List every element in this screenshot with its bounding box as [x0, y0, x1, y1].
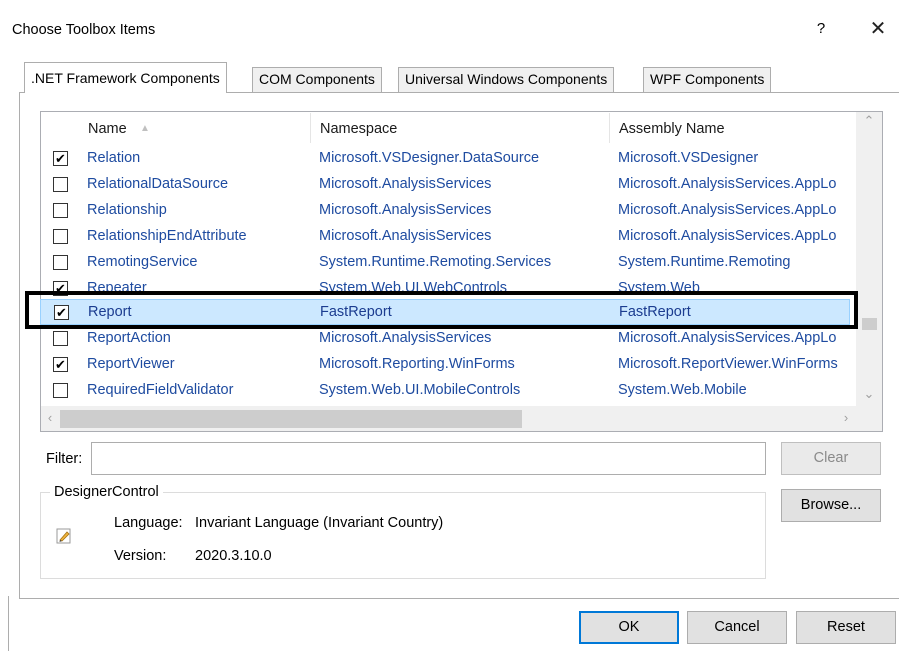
version-value: 2020.3.10.0: [195, 548, 272, 564]
row-assembly: FastReport: [619, 304, 691, 320]
table-row[interactable]: ✔ Repeater System.Web.UI.WebControls Sys…: [41, 275, 851, 301]
header-divider[interactable]: [310, 113, 311, 143]
row-assembly: Microsoft.VSDesigner: [618, 150, 759, 166]
row-namespace: Microsoft.AnalysisServices: [319, 228, 492, 244]
row-namespace: System.Web.UI.WebControls: [319, 280, 508, 296]
close-button[interactable]: ✕: [862, 14, 894, 44]
row-namespace: Microsoft.VSDesigner.DataSource: [319, 150, 540, 166]
row-namespace: Microsoft.Reporting.WinForms: [319, 356, 515, 372]
table-row[interactable]: RelationalDataSource Microsoft.AnalysisS…: [41, 171, 851, 197]
cancel-button[interactable]: Cancel: [687, 611, 787, 644]
language-value: Invariant Language (Invariant Country): [195, 515, 444, 531]
row-name: RemotingService: [87, 254, 198, 270]
horizontal-scroll-thumb[interactable]: [60, 410, 522, 428]
group-title: DesignerControl: [50, 484, 163, 500]
dialog-title: Choose Toolbox Items: [12, 22, 156, 38]
row-checkbox[interactable]: [53, 331, 68, 346]
row-name: Repeater: [87, 280, 147, 296]
table-row[interactable]: ✔ ReportViewer Microsoft.Reporting.WinFo…: [41, 351, 851, 377]
details-group: [40, 492, 766, 579]
table-row[interactable]: RemotingService System.Runtime.Remoting.…: [41, 249, 851, 275]
row-checkbox[interactable]: [53, 177, 68, 192]
row-name: Report: [88, 304, 132, 320]
table-row[interactable]: RequiredFieldValidator System.Web.UI.Mob…: [41, 377, 851, 403]
row-name: ReportViewer: [87, 356, 175, 372]
row-assembly: System.Runtime.Remoting: [618, 254, 791, 270]
row-assembly: System.Web.Mobile: [618, 382, 747, 398]
table-row[interactable]: ReportAction Microsoft.AnalysisServices …: [41, 325, 851, 351]
scrollbar-corner: [856, 406, 882, 431]
vertical-scroll-thumb[interactable]: [862, 318, 877, 330]
clear-button[interactable]: Clear: [781, 442, 881, 475]
header-divider[interactable]: [609, 113, 610, 143]
row-checkbox[interactable]: [53, 229, 68, 244]
row-checkbox[interactable]: [53, 255, 68, 270]
column-header-namespace[interactable]: Namespace: [320, 118, 397, 140]
row-checkbox[interactable]: ✔: [53, 151, 68, 166]
row-name: RequiredFieldValidator: [87, 382, 234, 398]
scroll-up-icon[interactable]: ⌃: [856, 113, 882, 131]
tab-com-components[interactable]: COM Components: [252, 67, 382, 92]
row-name: RelationalDataSource: [87, 176, 229, 192]
row-assembly: Microsoft.AnalysisServices.AppLo: [618, 202, 837, 218]
scroll-right-icon[interactable]: ›: [838, 410, 854, 428]
row-assembly: Microsoft.AnalysisServices.AppLo: [618, 330, 837, 346]
language-label: Language:: [114, 515, 183, 531]
row-assembly: System.Web: [618, 280, 700, 296]
row-namespace: Microsoft.AnalysisServices: [319, 176, 492, 192]
help-button[interactable]: ?: [806, 14, 836, 44]
row-name: Relationship: [87, 202, 167, 218]
table-row[interactable]: Relationship Microsoft.AnalysisServices …: [41, 197, 851, 223]
column-header-name[interactable]: Name: [88, 118, 127, 140]
column-header-assembly-name[interactable]: Assembly Name: [619, 118, 725, 140]
row-checkbox[interactable]: ✔: [53, 357, 68, 372]
row-name: RelationshipEndAttribute: [87, 228, 247, 244]
sort-ascending-icon: ▲: [140, 123, 150, 134]
scroll-down-icon[interactable]: ⌄: [856, 386, 882, 404]
row-checkbox[interactable]: ✔: [53, 281, 68, 296]
row-assembly: Microsoft.ReportViewer.WinForms: [618, 356, 838, 372]
row-checkbox[interactable]: ✔: [54, 305, 69, 320]
row-name: ReportAction: [87, 330, 171, 346]
tab-net-framework-components[interactable]: .NET Framework Components: [24, 62, 227, 93]
filter-input[interactable]: [91, 442, 766, 475]
row-namespace: FastReport: [320, 304, 392, 320]
vertical-scrollbar[interactable]: [856, 112, 882, 406]
row-namespace: System.Runtime.Remoting.Services: [319, 254, 552, 270]
row-namespace: Microsoft.AnalysisServices: [319, 330, 492, 346]
row-assembly: Microsoft.AnalysisServices.AppLo: [618, 228, 837, 244]
tab-wpf-components[interactable]: WPF Components: [643, 67, 772, 92]
row-namespace: System.Web.UI.MobileControls: [319, 382, 521, 398]
dialog-border: [8, 596, 9, 651]
version-label: Version:: [114, 548, 167, 564]
reset-button[interactable]: Reset: [796, 611, 896, 644]
row-checkbox[interactable]: [53, 203, 68, 218]
tab-universal-windows-components[interactable]: Universal Windows Components: [398, 67, 615, 92]
row-checkbox[interactable]: [53, 383, 68, 398]
table-row[interactable]: RelationshipEndAttribute Microsoft.Analy…: [41, 223, 851, 249]
row-namespace: Microsoft.AnalysisServices: [319, 202, 492, 218]
table-row[interactable]: ✔ Relation Microsoft.VSDesigner.DataSour…: [41, 145, 851, 171]
row-name: Relation: [87, 150, 141, 166]
table-row-selected[interactable]: ✔ Report FastReport FastReport: [40, 299, 850, 325]
browse-button[interactable]: Browse...: [781, 489, 881, 522]
filter-label: Filter:: [46, 451, 83, 467]
component-icon: [55, 527, 73, 545]
scroll-left-icon[interactable]: ‹: [42, 410, 58, 428]
row-assembly: Microsoft.AnalysisServices.AppLo: [618, 176, 837, 192]
ok-button[interactable]: OK: [579, 611, 679, 644]
